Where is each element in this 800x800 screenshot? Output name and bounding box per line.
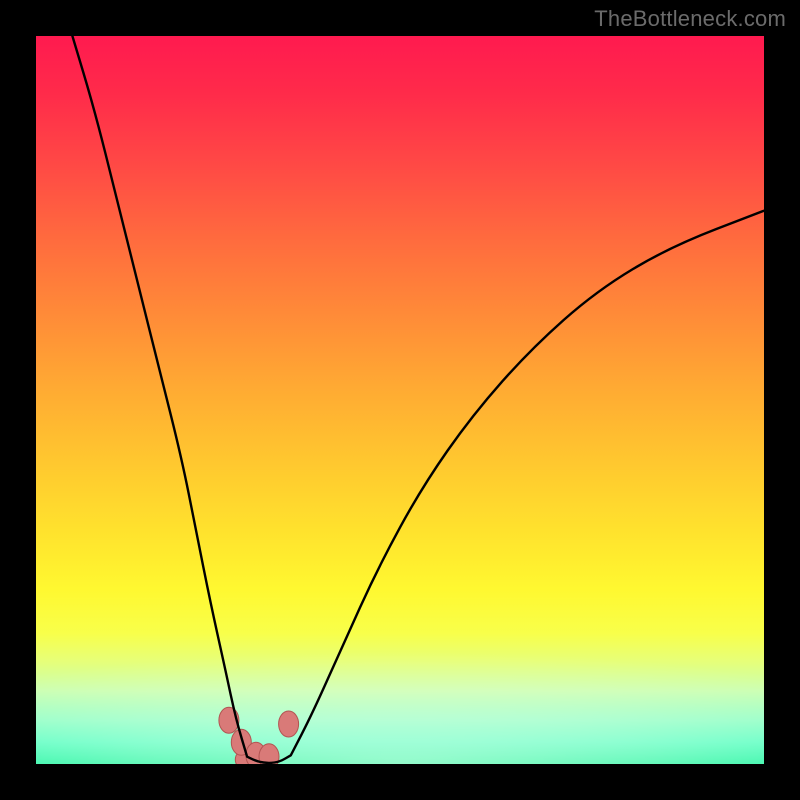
plot-area [36,36,764,764]
valley-marker [279,711,299,737]
valley-markers [219,707,299,764]
curve-path [72,36,764,763]
valley-marker [259,744,279,764]
bottleneck-curve [36,36,764,764]
attribution-label: TheBottleneck.com [594,6,786,32]
outer-frame: TheBottleneck.com [0,0,800,800]
